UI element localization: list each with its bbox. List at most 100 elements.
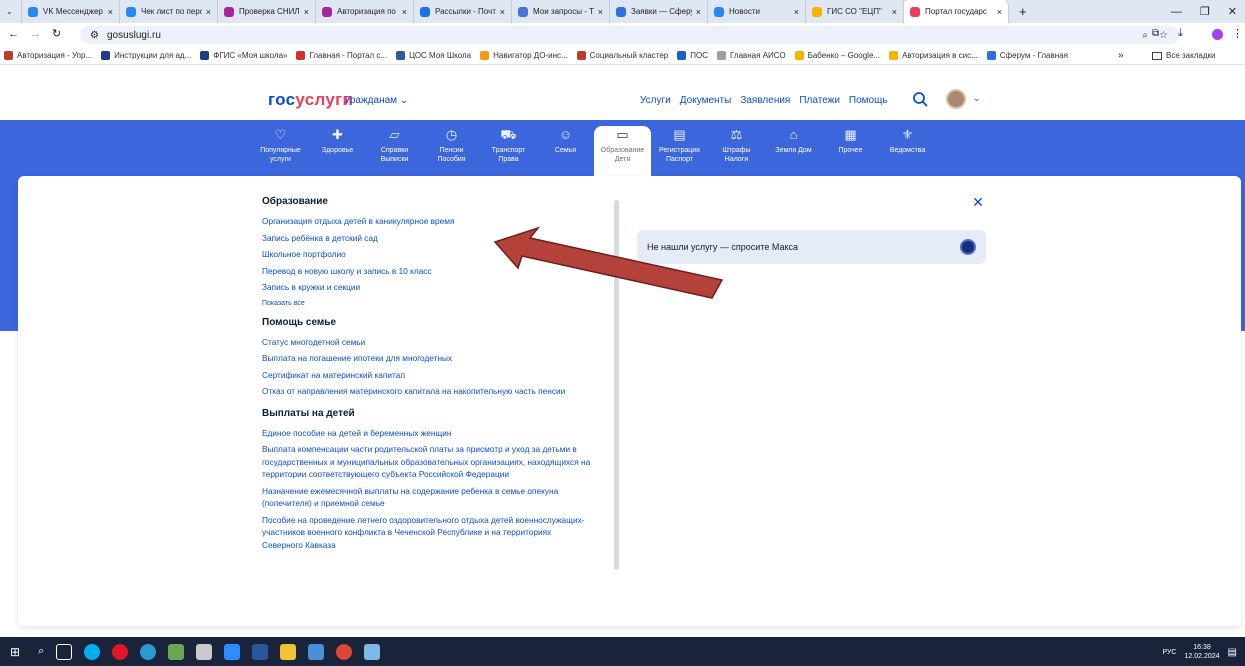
word-icon[interactable] xyxy=(252,643,269,660)
tab-close-icon[interactable]: × xyxy=(500,7,505,17)
bookmark-star-icon[interactable]: ☆ xyxy=(1159,30,1168,41)
files-icon[interactable] xyxy=(364,643,381,660)
taskbar-search-icon[interactable]: ⌕ xyxy=(38,645,44,658)
category-registration[interactable]: ▤ Регистрация Паспорт xyxy=(651,126,708,176)
browser-tab[interactable]: Портал государс × xyxy=(904,0,1009,23)
language-indicator[interactable]: РУС xyxy=(1162,649,1176,656)
nav-link[interactable]: Платежи xyxy=(799,95,840,106)
service-link[interactable]: Пособие на проведение летнего оздоровите… xyxy=(262,514,592,552)
tab-list-button[interactable]: ⌄ xyxy=(0,0,22,23)
category-land[interactable]: ⌂ Земля Дом xyxy=(765,126,822,176)
service-link[interactable]: Выплата на погашение ипотеки для многоде… xyxy=(262,352,592,365)
chevron-down-icon[interactable]: ⌄ xyxy=(973,93,981,104)
edge-icon[interactable] xyxy=(140,643,157,660)
browser-tab[interactable]: Чек лист по перс × xyxy=(120,0,218,23)
bookmark-item[interactable]: ФГИС «Моя школа» xyxy=(200,51,287,60)
category-transport[interactable]: ⛟ Транспорт Права xyxy=(480,126,537,176)
gosuslugi-logo[interactable]: госуслуги xyxy=(268,90,353,110)
skype-icon[interactable] xyxy=(84,643,101,660)
category-education[interactable]: ▭ Образование Дети xyxy=(594,126,651,176)
search-icon[interactable] xyxy=(912,91,928,107)
service-link[interactable]: Статус многодетной семьи xyxy=(262,336,592,349)
service-link[interactable]: Сертификат на материнский капитал xyxy=(262,369,592,382)
nav-link[interactable]: Помощь xyxy=(849,95,888,106)
image-app-icon[interactable] xyxy=(280,643,297,660)
app-icon[interactable] xyxy=(168,643,185,660)
window-close-button[interactable]: ✕ xyxy=(1228,5,1237,18)
browser-tab[interactable]: Мои запросы - Т × xyxy=(512,0,610,23)
browser-tab[interactable]: Проверка СНИЛ × xyxy=(218,0,316,23)
category-health[interactable]: ✚ Здоровье xyxy=(309,126,366,176)
url-field[interactable]: ⚙ gosuslugi.ru ⌕ ☆ xyxy=(80,26,1180,44)
audience-selector[interactable]: Гражданам ⌄ xyxy=(345,95,408,106)
category-pensions[interactable]: ◷ Пенсии Пособия xyxy=(423,126,480,176)
bookmarks-more-button[interactable]: » xyxy=(1118,50,1124,61)
tab-close-icon[interactable]: × xyxy=(108,7,113,17)
browser-tab[interactable]: Новости × xyxy=(708,0,806,23)
task-view-icon[interactable] xyxy=(56,643,73,660)
profile-icon[interactable] xyxy=(1212,29,1223,40)
mail-app-icon[interactable] xyxy=(308,643,325,660)
zoom-icon[interactable]: ⌕ xyxy=(1142,30,1148,41)
bookmark-favicon-icon xyxy=(480,51,490,60)
bookmark-item[interactable]: Бабенко – Google... xyxy=(794,51,880,60)
all-bookmarks-button[interactable]: Все закладки xyxy=(1152,51,1215,60)
category-other[interactable]: ▦ Прочее xyxy=(822,126,879,176)
browser-tab[interactable]: Авторизация по × xyxy=(316,0,414,23)
extensions-icon[interactable]: ⧉ xyxy=(1152,28,1159,39)
service-link[interactable]: Отказ от направления материнского капита… xyxy=(262,385,592,398)
service-link[interactable]: Назначение ежемесячной выплаты на содерж… xyxy=(262,485,592,510)
notification-icon[interactable]: ▤ xyxy=(1228,647,1237,658)
service-link[interactable]: Выплата компенсации части родительской п… xyxy=(262,443,592,481)
browser-tab[interactable]: Рассылки - Почт × xyxy=(414,0,512,23)
browser-tab[interactable]: ГИС СО "ЕЦП" × xyxy=(806,0,904,23)
opera-icon[interactable] xyxy=(112,643,129,660)
back-icon[interactable]: ← xyxy=(8,28,19,40)
tab-close-icon[interactable]: × xyxy=(696,7,701,17)
tab-close-icon[interactable]: × xyxy=(206,7,211,17)
category-fines[interactable]: ⚖ Штрафы Налоги xyxy=(708,126,765,176)
new-tab-button[interactable]: + xyxy=(1019,4,1027,19)
browser-tab[interactable]: VK Мессенджер × xyxy=(22,0,120,23)
bookmark-item[interactable]: Авторизация в сис... xyxy=(889,51,978,60)
bookmark-item[interactable]: Навигатор ДО-инс... xyxy=(480,51,568,60)
tab-close-icon[interactable]: × xyxy=(892,7,897,17)
browser-tab[interactable]: Заявки — Сферу × xyxy=(610,0,708,23)
minimize-button[interactable]: — xyxy=(1171,6,1182,18)
category-agencies[interactable]: ⚜ Ведомства xyxy=(879,126,936,176)
bookmark-item[interactable]: Инструкции для ад... xyxy=(101,51,191,60)
bookmark-item[interactable]: Сферум - Главная xyxy=(986,51,1068,60)
tab-title: Портал государс xyxy=(925,7,987,16)
nav-link[interactable]: Заявления xyxy=(740,95,790,106)
site-info-icon[interactable]: ⚙ xyxy=(90,30,99,41)
tab-close-icon[interactable]: × xyxy=(402,7,407,17)
chrome-icon[interactable] xyxy=(336,643,353,660)
category-popular[interactable]: ♡ Популярные услуги xyxy=(252,126,309,176)
draw-icon[interactable] xyxy=(196,643,213,660)
tab-close-icon[interactable]: × xyxy=(794,7,799,17)
category-certificates[interactable]: ▱ Справки Выписки xyxy=(366,126,423,176)
menu-icon[interactable]: ⋮ xyxy=(1232,27,1243,40)
tab-close-icon[interactable]: × xyxy=(304,7,309,17)
zoom-app-icon[interactable] xyxy=(224,643,241,660)
bookmark-item[interactable]: Социальный кластер xyxy=(576,51,668,60)
tab-close-icon[interactable]: × xyxy=(598,7,603,17)
assistant-icon[interactable] xyxy=(960,239,976,255)
service-link[interactable]: Единое пособие на детей и беременных жен… xyxy=(262,427,592,440)
avatar[interactable] xyxy=(946,89,966,109)
category-family[interactable]: ☺ Семья xyxy=(537,126,594,176)
bookmark-item[interactable]: Главная - Портал с... xyxy=(296,51,387,60)
start-icon[interactable]: ⊞ xyxy=(10,645,20,659)
close-icon[interactable]: ✕ xyxy=(968,192,988,212)
download-icon[interactable]: ⤓ xyxy=(1178,27,1183,40)
bookmark-item[interactable]: Авторизация - Упр... xyxy=(4,51,92,60)
bookmark-item[interactable]: ПОС xyxy=(677,51,708,60)
reload-icon[interactable]: ↻ xyxy=(52,27,61,40)
nav-link[interactable]: Документы xyxy=(680,95,732,106)
maximize-button[interactable]: ❐ xyxy=(1200,5,1210,18)
tab-close-icon[interactable]: × xyxy=(997,7,1002,17)
bookmark-item[interactable]: ЦОС Моя Школа xyxy=(396,51,471,60)
nav-link[interactable]: Услуги xyxy=(640,95,671,106)
bookmark-item[interactable]: Главная АИСО xyxy=(717,51,786,60)
forward-icon[interactable]: → xyxy=(30,28,41,40)
